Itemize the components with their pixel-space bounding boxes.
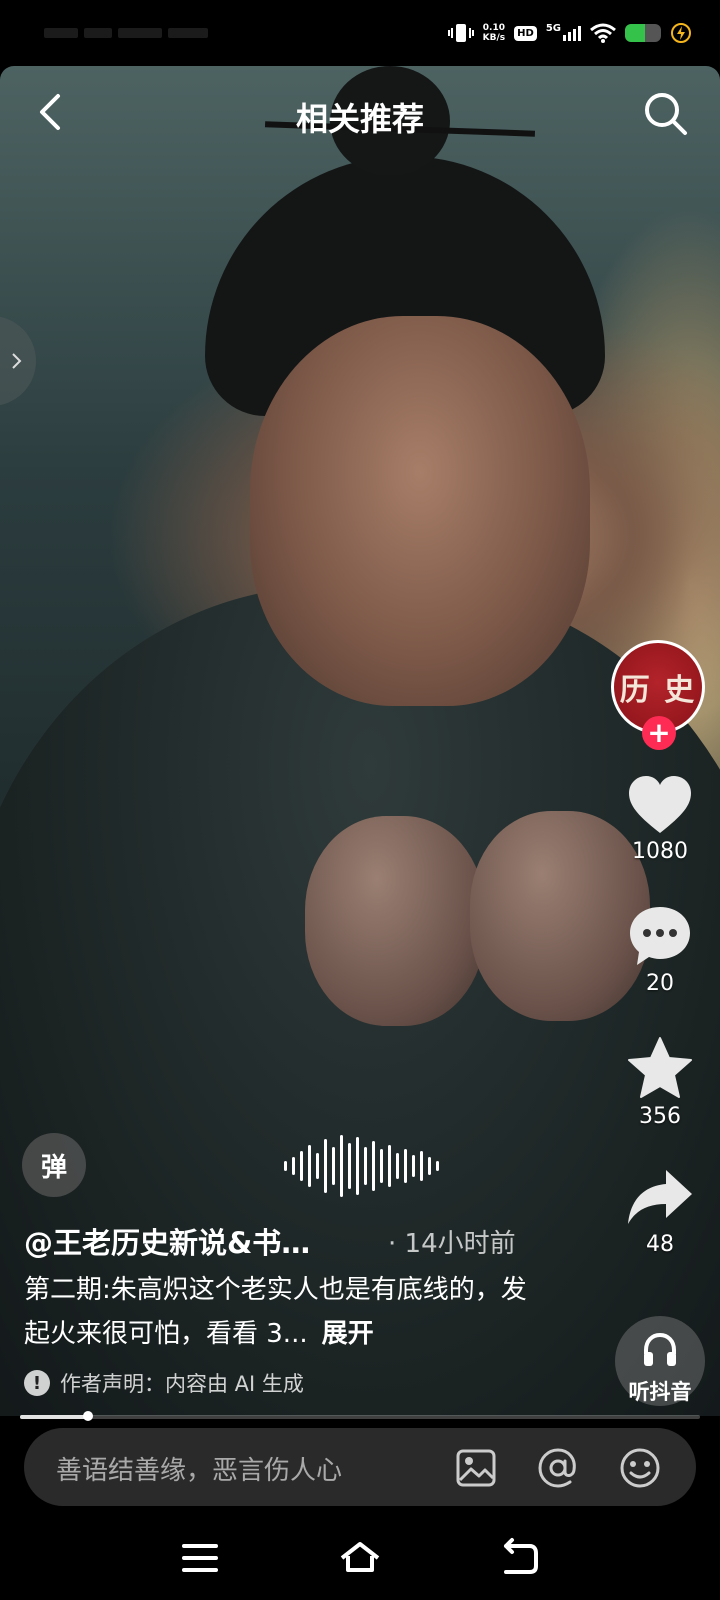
comment-input-placeholder[interactable]: 善语结善缘，恶言伤人心 [56, 1450, 342, 1487]
top-bar: 相关推荐 [0, 66, 720, 158]
page-title: 相关推荐 [295, 100, 424, 138]
charging-icon [671, 23, 691, 43]
back-nav-icon[interactable] [498, 1536, 542, 1580]
expand-link[interactable]: 展开 [322, 1319, 374, 1349]
search-icon[interactable] [642, 90, 690, 138]
emoji-icon[interactable] [618, 1446, 662, 1490]
status-bar: 0.10 KB/s HD 5G [0, 0, 720, 66]
comment-input-bar[interactable]: 善语结善缘，恶言伤人心 [24, 1428, 696, 1506]
vibrate-icon [447, 24, 474, 42]
chevron-right-icon [12, 353, 22, 369]
progress-knob[interactable] [83, 1411, 93, 1421]
author-name[interactable]: @王老历史新说&书… [24, 1220, 310, 1262]
favorite-count: 356 [639, 1104, 681, 1129]
cellular-signal-icon: 5G [545, 22, 581, 41]
comment-button[interactable]: 20 [616, 905, 704, 996]
headphones-icon [644, 1332, 676, 1366]
audio-waveform-icon [284, 1135, 439, 1197]
heart-icon [629, 776, 691, 833]
listen-button[interactable]: 听抖音 [615, 1316, 705, 1406]
image-icon[interactable] [454, 1446, 498, 1490]
share-count: 48 [646, 1232, 674, 1257]
star-icon [628, 1037, 692, 1098]
comment-count: 20 [646, 971, 674, 996]
info-icon: ! [24, 1370, 50, 1396]
video-progress-bar[interactable] [20, 1411, 700, 1421]
listen-label: 听抖音 [628, 1380, 692, 1404]
post-time: · 14小时前 [388, 1229, 516, 1259]
video-figure-left-fist [305, 816, 485, 1026]
danmu-toggle-button[interactable]: 弹 [22, 1133, 86, 1197]
ai-notice: ! 作者声明：内容由 AI 生成 [24, 1368, 304, 1398]
wifi-icon [590, 23, 616, 43]
share-arrow-icon [628, 1170, 692, 1224]
network-type: 5G [545, 22, 561, 34]
network-speed: 0.10 KB/s [482, 23, 506, 43]
description-text: 第二期:朱高炽这个老实人也是有底线的，发起火来很可怕，看看 3... [24, 1275, 527, 1349]
favorite-button[interactable]: 356 [616, 1036, 704, 1129]
mention-icon[interactable] [536, 1446, 580, 1490]
like-count: 1080 [632, 839, 688, 864]
home-icon[interactable] [338, 1536, 382, 1580]
system-nav-bar [0, 1516, 720, 1600]
menu-icon[interactable] [178, 1536, 222, 1580]
share-button[interactable]: 48 [616, 1166, 704, 1257]
ai-notice-text: 作者声明：内容由 AI 生成 [60, 1372, 304, 1396]
side-panel-handle[interactable] [0, 316, 36, 406]
video-figure-face [250, 316, 590, 706]
video-description[interactable]: 第二期:朱高炽这个老实人也是有底线的，发起火来很可怕，看看 3... 展开 [24, 1268, 544, 1356]
battery-icon [625, 24, 661, 42]
follow-button[interactable]: + [642, 716, 676, 750]
like-button[interactable]: 1080 [616, 775, 704, 864]
video-player[interactable] [0, 66, 720, 1416]
status-notifications [44, 20, 234, 46]
comment-icon [630, 907, 690, 965]
hd-badge: HD [514, 25, 537, 41]
